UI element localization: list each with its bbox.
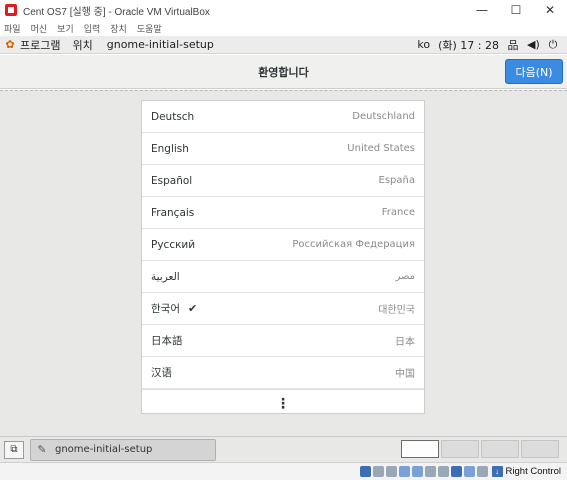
optical-drive-icon[interactable] [372,466,384,477]
language-name: العربية [151,270,180,283]
setup-header-bar: 환영합니다 다음(N) [0,55,567,89]
applications-label: 프로그램 [20,38,61,52]
menu-input[interactable]: 입력 [84,22,101,35]
language-region: 中国 [395,369,415,380]
network-icon[interactable]: 品 [507,37,519,53]
taskbar-window-button[interactable]: ✎ gnome-initial-setup [30,438,216,461]
gnome-bottom-taskbar: ⧉ ✎ gnome-initial-setup [0,436,567,462]
workspace-3[interactable] [481,440,519,458]
device-status-icons [359,466,488,477]
language-region: 日本 [395,337,415,348]
language-region: España [378,175,415,186]
language-row-deutsch[interactable]: Deutsch Deutschland [142,101,424,133]
menu-file[interactable]: 파일 [4,22,21,35]
language-row-chinese[interactable]: 汉语 中国 [142,357,424,389]
next-button[interactable]: 다음(N) [505,59,563,84]
language-region: United States [347,143,415,154]
language-row-francais[interactable]: Français France [142,197,424,229]
applications-icon: ✿ [5,37,15,51]
more-vertical-icon: ⋮ [276,395,290,412]
language-row-espanol[interactable]: Español España [142,165,424,197]
menu-machine[interactable]: 머신 [31,22,48,35]
workspace-switcher [401,440,559,458]
app-menu[interactable]: gnome-initial-setup [107,38,214,51]
vbox-menubar: 파일 머신 보기 입력 장치 도움말 [0,20,567,36]
host-key-label: Right Control [505,466,561,477]
language-name: 한국어 ✔ [151,301,378,316]
language-row-korean[interactable]: 한국어 ✔ 대한민국 [142,293,424,325]
cpu-icon[interactable] [463,466,475,477]
workspace-1[interactable] [401,440,439,458]
language-row-english[interactable]: English United States [142,133,424,165]
close-button[interactable]: ✕ [533,0,567,20]
clock[interactable]: (화) 17 : 28 [438,37,499,53]
power-icon[interactable]: ⏻ [547,38,559,52]
language-name: Русский [151,238,196,251]
language-list: Deutsch Deutschland English United State… [141,100,425,414]
window-title: Cent OS7 [실행 중] - Oracle VM VirtualBox [23,6,210,18]
language-row-arabic[interactable]: العربية مصر [142,261,424,293]
language-name: 日本語 [151,335,183,347]
keyboard-icon: ↓ [491,466,503,477]
more-languages-button[interactable]: ⋮ [142,389,424,417]
page-title: 환영합니다 [258,65,309,79]
system-tray: ko (화) 17 : 28 品 ◀) ⏻ [417,37,559,53]
window-titlebar: Cent OS7 [실행 중] - Oracle VM VirtualBox —… [0,0,567,20]
workspace-4[interactable] [521,440,559,458]
language-name: 汉语 [151,367,172,379]
taskbar-window-label: gnome-initial-setup [55,444,153,455]
language-name: English [151,142,189,155]
minimize-button[interactable]: — [465,0,499,20]
language-region: Российская Федерация [292,239,415,250]
language-region: مصر [395,271,415,282]
vbox-status-bar: ↓ Right Control [0,462,567,480]
applications-menu[interactable]: ✿ 프로그램 [4,37,60,53]
mouse-integration-icon[interactable] [476,466,488,477]
input-method-indicator[interactable]: ko [417,38,430,51]
video-capture-icon[interactable] [450,466,462,477]
host-key-indicator: ↓ Right Control [491,466,561,477]
language-name: Français [151,206,195,219]
language-row-japanese[interactable]: 日本語 日本 [142,325,424,357]
shared-folders-icon[interactable] [424,466,436,477]
language-region: Deutschland [352,111,415,122]
language-name: Deutsch [151,110,195,123]
language-row-russian[interactable]: Русский Российская Федерация [142,229,424,261]
places-menu[interactable]: 위치 [72,37,92,53]
virtualbox-app-icon [5,4,17,16]
hard-disk-icon[interactable] [359,466,371,477]
menu-help[interactable]: 도움말 [137,22,162,35]
gnome-top-bar: ✿ 프로그램 위치 gnome-initial-setup ko (화) 17 … [0,36,567,54]
show-desktop-icon: ⧉ [10,444,18,455]
workspace-2[interactable] [441,440,479,458]
language-name-text: 한국어 [151,303,180,315]
setup-tool-icon: ✎ [37,442,47,456]
language-name: Español [151,174,193,187]
checkmark-icon: ✔ [187,302,198,315]
menu-devices[interactable]: 장치 [110,22,127,35]
language-region: 대한민국 [378,305,415,316]
usb-icon[interactable] [411,466,423,477]
display-icon[interactable] [437,466,449,477]
volume-icon[interactable]: ◀) [527,38,540,51]
language-region: France [381,207,415,218]
menu-view[interactable]: 보기 [57,22,74,35]
maximize-button[interactable]: ☐ [499,0,533,20]
show-desktop-button[interactable]: ⧉ [4,440,24,459]
network-adapter-icon[interactable] [398,466,410,477]
audio-icon[interactable] [385,466,397,477]
